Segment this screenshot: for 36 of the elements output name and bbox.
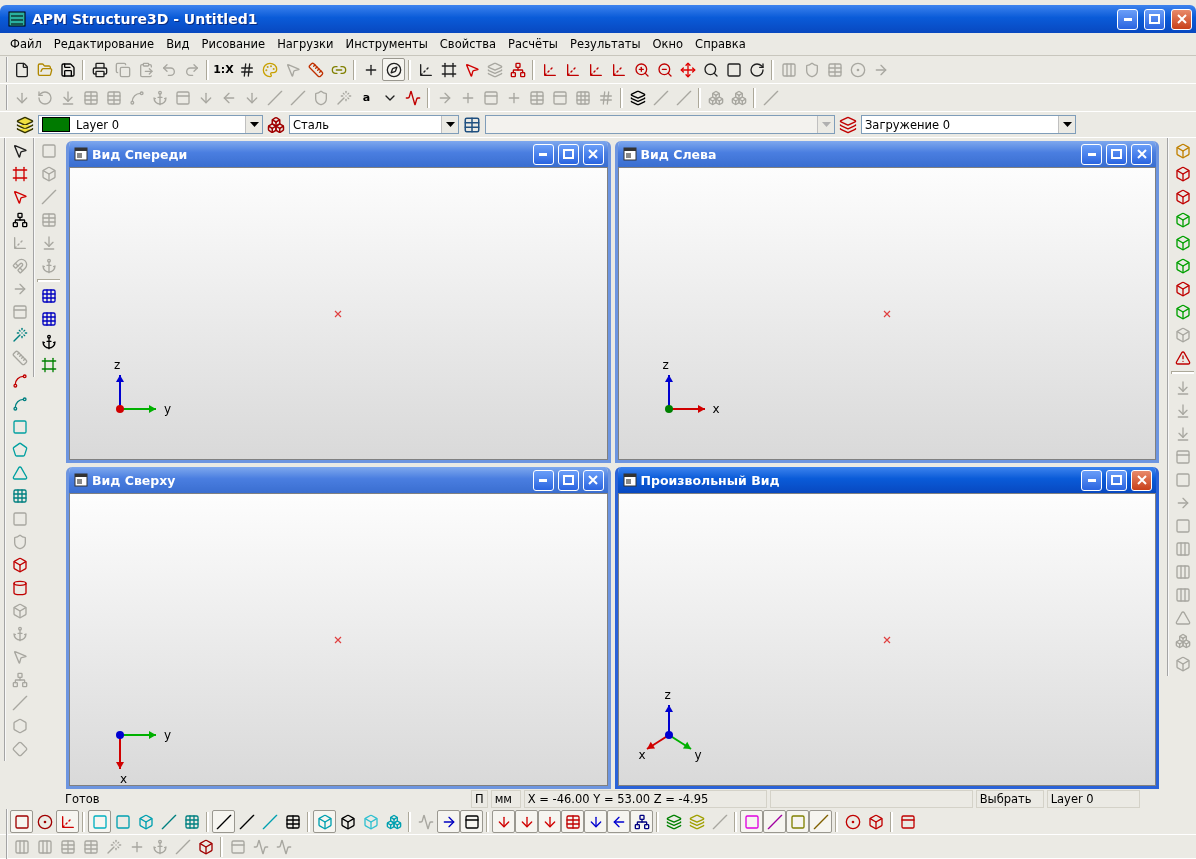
view-title: Вид Сверху (92, 472, 177, 488)
status-mode: П (471, 790, 488, 808)
menu-item[interactable]: Нагрузки (271, 37, 340, 51)
axis-label: y (164, 403, 172, 415)
menu-item[interactable]: Окно (646, 37, 690, 51)
status-coordinates: X = -46.00 Y = 53.00 Z = -4.95 (523, 790, 767, 808)
menu-item[interactable]: Инструменты (339, 37, 434, 51)
view-title: Вид Спереди (92, 146, 189, 162)
toolbar-button[interactable]: 1:X (212, 58, 235, 81)
view-title: Вид Слева (640, 146, 718, 162)
layer-dropdown[interactable]: Layer 0 (38, 115, 263, 134)
axis-label: x (712, 403, 720, 415)
axis-label: z (664, 689, 671, 701)
menu-item[interactable]: Рисование (195, 37, 272, 51)
menu-item[interactable]: Справка (689, 37, 752, 51)
axis-label: z (662, 359, 669, 371)
material-dropdown[interactable]: Сталь (289, 115, 459, 134)
toolbar-button[interactable]: a (355, 86, 378, 109)
axis-label: y (164, 729, 172, 741)
menu-item[interactable]: Файл (4, 37, 48, 51)
axis-label: x (120, 773, 128, 785)
status-units: мм (490, 790, 521, 808)
status-layer: Layer 0 (1046, 790, 1140, 808)
window-title: APM Structure3D - Untitled1 (32, 11, 259, 27)
view-title: Произвольный Вид (640, 472, 781, 488)
menu-item[interactable]: Свойства (433, 37, 502, 51)
menu-item[interactable]: Результаты (563, 37, 647, 51)
axis-label: y (694, 749, 702, 761)
status-action: Выбрать (975, 790, 1044, 808)
load-case-dropdown[interactable]: Загружение 0 (861, 115, 1076, 134)
axis-label: x (638, 749, 646, 761)
menu-item[interactable]: Расчёты (502, 37, 564, 51)
axis-label: z (114, 359, 121, 371)
menu-item[interactable]: Редактирование (47, 37, 161, 51)
menu-item[interactable]: Вид (160, 37, 196, 51)
status-message: Готов (64, 791, 101, 807)
